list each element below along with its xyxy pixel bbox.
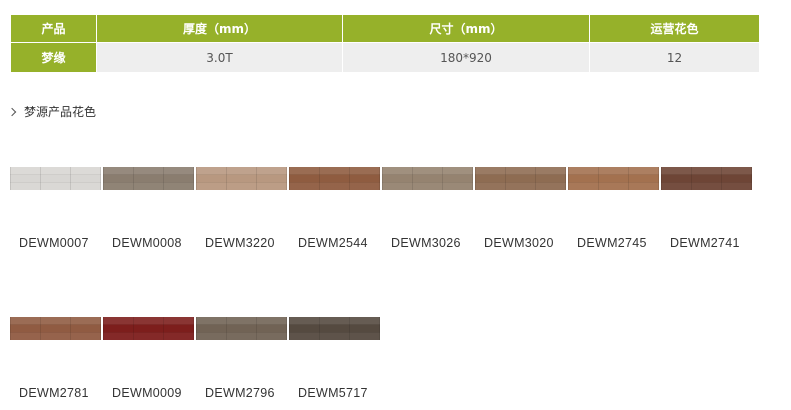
cell-thickness: 3.0T — [96, 42, 343, 73]
swatch-code-label: DEWM2544 — [298, 236, 368, 250]
swatch-dewm3026[interactable] — [382, 167, 473, 190]
swatch-dewm2781[interactable] — [10, 317, 101, 340]
spec-table-header-row: 产品 厚度（mm） 尺寸（mm） 运营花色 — [10, 14, 760, 43]
swatch-code-label: DEWM0008 — [112, 236, 182, 250]
swatch-dewm3220[interactable] — [196, 167, 287, 190]
header-cell-thickness: 厚度（mm） — [96, 14, 343, 43]
header-cell-size: 尺寸（mm） — [342, 14, 590, 43]
swatch-dewm0009[interactable] — [103, 317, 194, 340]
header-cell-product: 产品 — [10, 14, 97, 43]
section-title: 梦源产品花色 — [7, 103, 97, 120]
chevron-right-icon — [7, 107, 17, 117]
section-title-text: 梦源产品花色 — [24, 105, 97, 119]
swatch-code-label: DEWM3220 — [205, 236, 275, 250]
swatch-dewm2741[interactable] — [661, 167, 752, 190]
swatch-dewm3020[interactable] — [475, 167, 566, 190]
cell-product-name: 梦缘 — [10, 42, 97, 73]
swatch-dewm5717[interactable] — [289, 317, 380, 340]
swatch-code-label: DEWM2796 — [205, 386, 275, 400]
cell-color-count: 12 — [589, 42, 760, 73]
swatch-dewm2745[interactable] — [568, 167, 659, 190]
spec-table-row: 梦缘 3.0T 180*920 12 — [10, 42, 760, 73]
swatch-dewm2544[interactable] — [289, 167, 380, 190]
swatch-dewm0007[interactable] — [10, 167, 101, 190]
cell-size: 180*920 — [342, 42, 590, 73]
swatch-code-label: DEWM2741 — [670, 236, 740, 250]
swatch-code-label: DEWM0009 — [112, 386, 182, 400]
swatch-code-label: DEWM0007 — [19, 236, 89, 250]
swatch-code-label: DEWM2781 — [19, 386, 89, 400]
swatch-dewm0008[interactable] — [103, 167, 194, 190]
swatch-code-label: DEWM5717 — [298, 386, 368, 400]
spec-table: 产品 厚度（mm） 尺寸（mm） 运营花色 梦缘 3.0T 180*920 12 — [10, 14, 760, 73]
swatch-code-label: DEWM2745 — [577, 236, 647, 250]
header-cell-colors: 运营花色 — [589, 14, 760, 43]
swatch-code-label: DEWM3020 — [484, 236, 554, 250]
swatch-code-label: DEWM3026 — [391, 236, 461, 250]
swatch-dewm2796[interactable] — [196, 317, 287, 340]
